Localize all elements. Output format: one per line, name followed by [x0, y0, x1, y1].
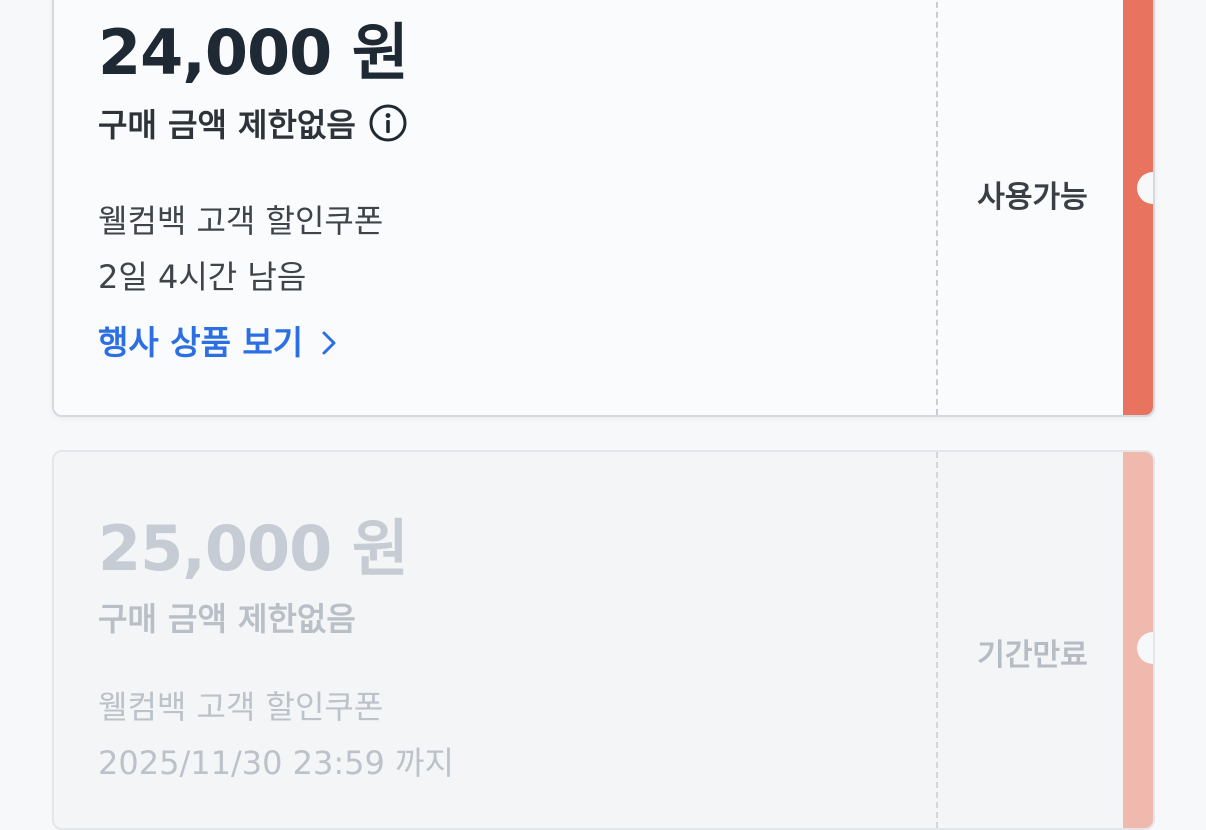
coupon-status: 사용가능 — [977, 180, 1088, 215]
view-event-products-label: 행사 상품 보기 — [98, 323, 304, 362]
coupon-limit: 구매 금액 제한없음 — [98, 600, 356, 638]
coupon-card-expired: 25,000 원 구매 금액 제한없음 웰컴백 고객 할인쿠폰 2025/11/… — [52, 450, 1155, 830]
coupon-name: 웰컴백 고객 할인쿠폰 — [98, 688, 384, 726]
coupon-expiry: 2일 4시간 남음 — [98, 258, 307, 296]
coupon-amount: 24,000 원 — [98, 16, 409, 89]
info-circle-icon[interactable] — [368, 103, 408, 143]
coupon-amount: 25,000 원 — [98, 512, 409, 585]
coupon-limit-label: 구매 금액 제한없음 — [98, 106, 356, 144]
coupon-status: 기간만료 — [977, 638, 1088, 673]
coupon-accent-strip — [1123, 0, 1153, 415]
coupon-name: 웰컴백 고객 할인쿠폰 — [98, 202, 384, 240]
chevron-right-icon — [321, 326, 337, 355]
coupon-expiry: 2025/11/30 23:59 까지 — [98, 744, 454, 782]
view-event-products-link[interactable]: 행사 상품 보기 — [98, 316, 337, 364]
coupon-card-available[interactable]: 24,000 원 구매 금액 제한없음 웰컴백 고객 할인쿠폰 2일 4시간 남… — [52, 0, 1155, 417]
coupon-limit: 구매 금액 제한없음 — [98, 100, 408, 146]
